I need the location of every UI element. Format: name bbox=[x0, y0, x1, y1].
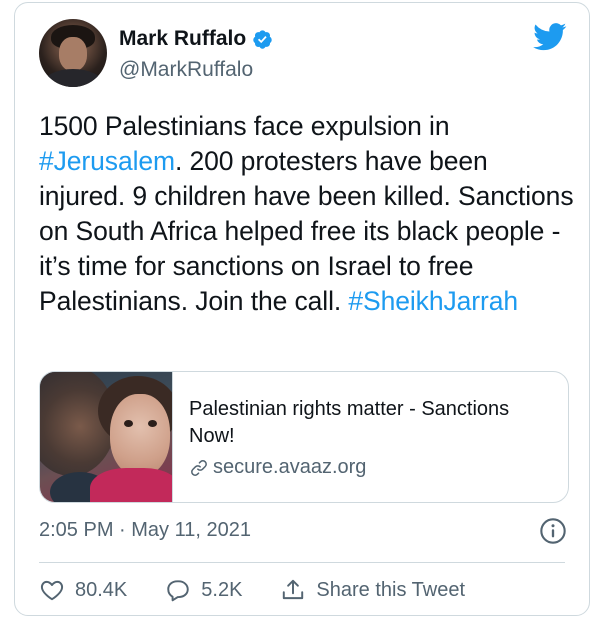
author-name-row: Mark Ruffalo bbox=[119, 27, 273, 51]
reply-bubble-icon bbox=[167, 580, 189, 602]
share-icon bbox=[283, 579, 304, 600]
link-preview-domain-row: secure.avaaz.org bbox=[189, 456, 552, 479]
tweet-text-segment: 1500 Palestinians face expulsion in bbox=[39, 111, 450, 141]
hashtag-sheikhjarrah[interactable]: #SheikhJarrah bbox=[348, 286, 518, 316]
hashtag-jerusalem[interactable]: #Jerusalem bbox=[39, 146, 175, 176]
link-icon bbox=[191, 459, 207, 476]
author-avatar[interactable] bbox=[39, 19, 107, 87]
twitter-bird-icon[interactable] bbox=[533, 23, 567, 51]
like-button[interactable]: 80.4K bbox=[39, 577, 127, 603]
tweet-card: Mark Ruffalo @MarkRuffalo 1500 Palestini… bbox=[14, 2, 590, 616]
heart-icon bbox=[40, 580, 64, 601]
reply-button[interactable]: 5.2K bbox=[165, 577, 242, 603]
reply-count: 5.2K bbox=[201, 578, 243, 601]
author-display-name[interactable]: Mark Ruffalo bbox=[119, 27, 246, 51]
link-preview-domain: secure.avaaz.org bbox=[213, 456, 367, 478]
link-preview-title: Palestinian rights matter - Sanctions No… bbox=[189, 398, 510, 447]
share-button[interactable]: Share this Tweet bbox=[280, 577, 465, 603]
tweet-text: 1500 Palestinians face expulsion in #Jer… bbox=[39, 109, 579, 319]
link-preview-body: Palestinian rights matter - Sanctions No… bbox=[172, 372, 568, 502]
author-handle[interactable]: @MarkRuffalo bbox=[119, 58, 253, 82]
divider bbox=[39, 562, 565, 563]
tweet-actions: 80.4K 5.2K Share this Tweet bbox=[39, 577, 465, 603]
tweet-timestamp[interactable]: 2:05 PM · May 11, 2021 bbox=[39, 519, 251, 542]
like-count: 80.4K bbox=[75, 578, 128, 601]
link-preview-image bbox=[40, 372, 172, 502]
share-label: Share this Tweet bbox=[316, 578, 466, 601]
link-preview-card[interactable]: Palestinian rights matter - Sanctions No… bbox=[39, 371, 569, 503]
verified-badge-icon bbox=[253, 29, 272, 49]
info-icon[interactable] bbox=[539, 517, 567, 545]
